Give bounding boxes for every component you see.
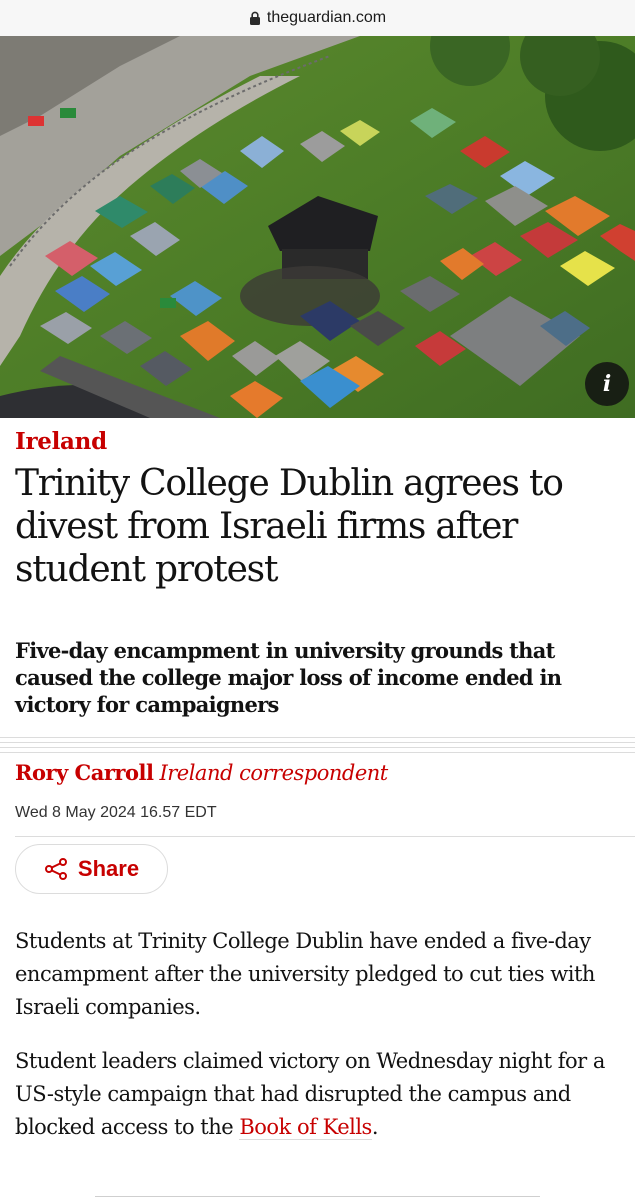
publish-date: Wed 8 May 2024 16.57 EDT	[15, 804, 217, 821]
lock-icon	[249, 11, 260, 25]
info-icon: i	[602, 371, 612, 397]
body-paragraph-1: Students at Trinity College Dublin have …	[15, 929, 595, 1019]
bottom-rule	[95, 1196, 540, 1197]
author-link[interactable]: Rory Carroll	[15, 760, 154, 785]
header-rules	[0, 737, 635, 757]
share-button[interactable]: Share	[15, 844, 168, 894]
share-icon	[44, 858, 67, 880]
body-paragraph-2: Student leaders claimed victory on Wedne…	[15, 1045, 625, 1144]
article-headline: Trinity College Dublin agrees to divest …	[15, 463, 564, 590]
section-label[interactable]: Ireland	[15, 428, 107, 455]
share-label: Share	[77, 856, 140, 881]
image-info-button[interactable]: i	[585, 362, 629, 406]
paragraph-2-end: .	[371, 1115, 379, 1139]
byline: Rory Carroll Ireland correspondent	[15, 760, 388, 785]
article-standfirst: Five-day encampment in university ground…	[15, 638, 562, 717]
encampment-photo	[0, 36, 635, 418]
author-role: Ireland correspondent	[159, 761, 388, 785]
book-of-kells-link[interactable]: Book of Kells	[239, 1115, 372, 1140]
hero-image: i	[0, 36, 635, 418]
divider	[15, 836, 635, 837]
address-bar[interactable]: theguardian.com	[0, 0, 635, 36]
url-text: theguardian.com	[266, 9, 387, 26]
